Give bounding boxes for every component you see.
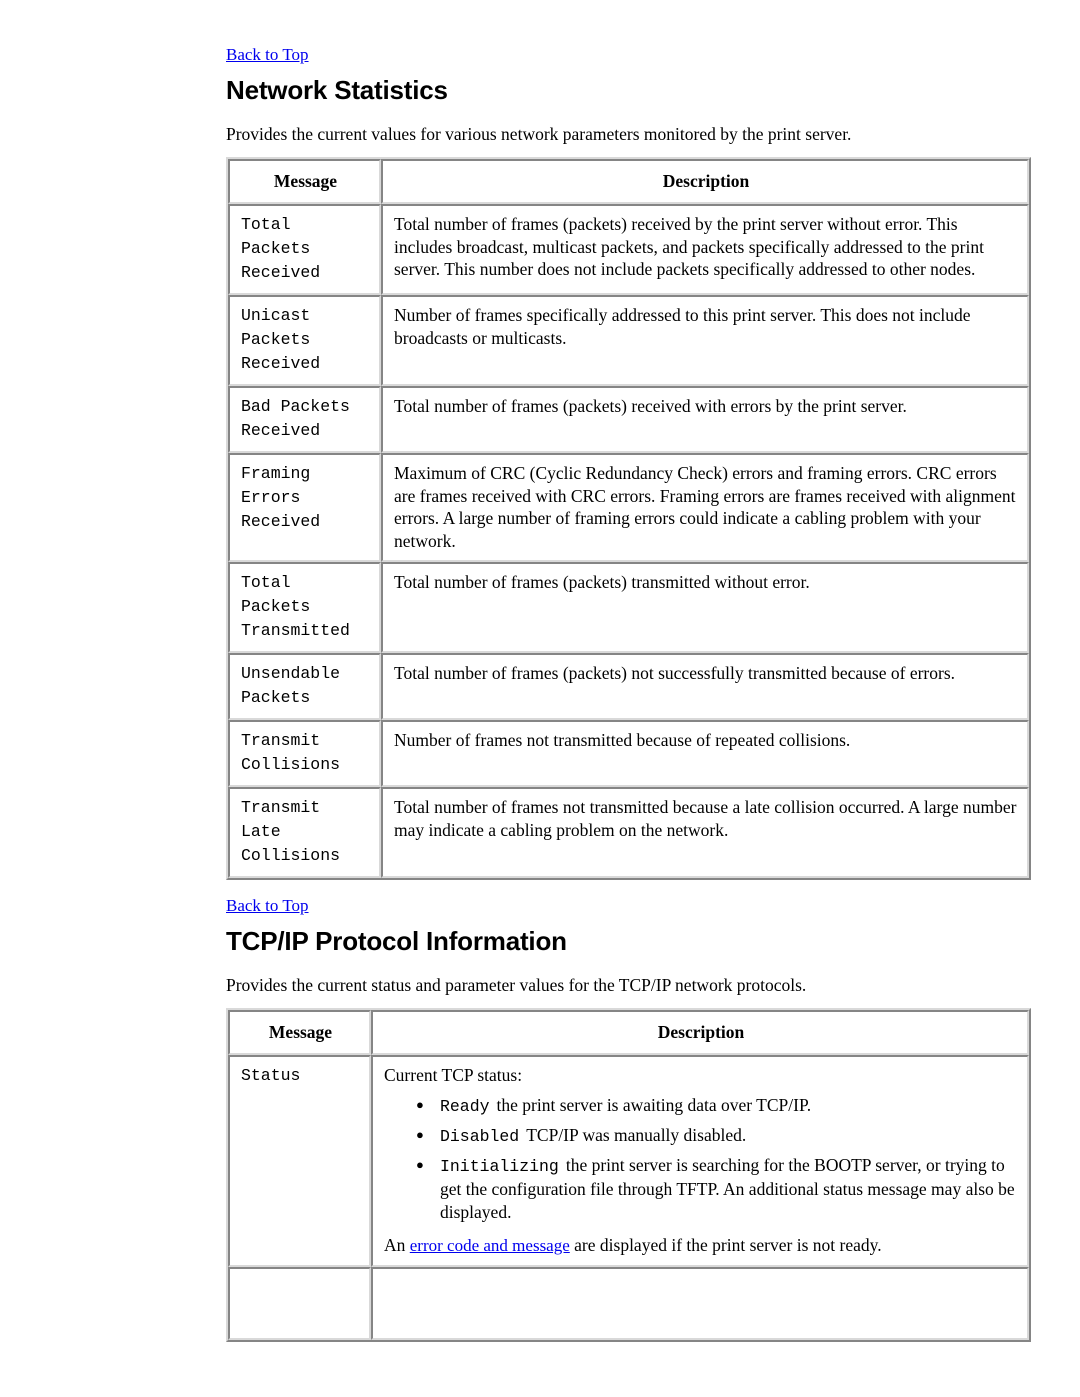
table-row: Transmit Late Collisions Total number of… xyxy=(228,787,1029,878)
table-row: Transmit Collisions Number of frames not… xyxy=(228,720,1029,787)
status-keyword: Initializing xyxy=(440,1157,559,1176)
table-row: Unicast Packets Received Number of frame… xyxy=(228,295,1029,386)
table-row-clipped xyxy=(228,1267,1029,1340)
back-to-top-link[interactable]: Back to Top xyxy=(226,896,309,915)
list-item: Ready the print server is awaiting data o… xyxy=(416,1093,1018,1118)
description-cell: Current TCP status: Ready the print serve… xyxy=(371,1055,1029,1267)
network-statistics-table: Message Description Total Packets Receiv… xyxy=(226,157,1031,880)
description-cell: Total number of frames (packets) transmi… xyxy=(381,562,1029,653)
description-cell: Maximum of CRC (Cyclic Redundancy Check)… xyxy=(381,453,1029,562)
description-cell: Total number of frames (packets) receive… xyxy=(381,204,1029,295)
table-row: Framing Errors Received Maximum of CRC (… xyxy=(228,453,1029,562)
status-footer-text: An error code and message are displayed … xyxy=(384,1234,1018,1257)
status-description: TCP/IP was manually disabled. xyxy=(526,1125,747,1145)
message-cell: Status xyxy=(228,1055,371,1267)
column-header-description: Description xyxy=(381,159,1029,204)
message-cell: Total Packets Received xyxy=(228,204,381,295)
description-cell: Total number of frames (packets) receive… xyxy=(381,386,1029,453)
column-header-description: Description xyxy=(371,1010,1029,1055)
description-cell: Number of frames not transmitted because… xyxy=(381,720,1029,787)
description-cell: Number of frames specifically addressed … xyxy=(381,295,1029,386)
description-cell: Total number of frames not transmitted b… xyxy=(381,787,1029,878)
status-keyword: Disabled xyxy=(440,1127,520,1146)
status-lead-text: Current TCP status: xyxy=(384,1065,523,1085)
message-cell: Unsendable Packets xyxy=(228,653,381,720)
description-cell: Total number of frames (packets) not suc… xyxy=(381,653,1029,720)
table-row: Total Packets Transmitted Total number o… xyxy=(228,562,1029,653)
message-cell: Framing Errors Received xyxy=(228,453,381,562)
back-to-top-link-bottom: Back to Top xyxy=(226,896,1028,917)
section-intro-network-statistics: Provides the current values for various … xyxy=(226,124,852,144)
column-header-message: Message xyxy=(228,159,381,204)
table-header-row: Message Description xyxy=(228,1010,1029,1055)
section-heading-network-statistics: Network Statistics xyxy=(226,75,448,105)
table-row: Unsendable Packets Total number of frame… xyxy=(228,653,1029,720)
status-footer-suffix: are displayed if the print server is not… xyxy=(569,1235,882,1255)
error-code-and-message-link[interactable]: error code and message xyxy=(410,1236,570,1255)
message-cell xyxy=(228,1267,371,1340)
list-item: Initializingthe print server is searchin… xyxy=(416,1153,1018,1224)
column-header-message: Message xyxy=(228,1010,371,1055)
document-page: Back to Top Network Statistics Provides … xyxy=(0,0,1080,1397)
message-cell: Bad Packets Received xyxy=(228,386,381,453)
table-row: Bad Packets Received Total number of fra… xyxy=(228,386,1029,453)
description-cell xyxy=(371,1267,1029,1340)
section-heading-tcpip-protocol-information: TCP/IP Protocol Information xyxy=(226,926,567,956)
list-item: Disabled TCP/IP was manually disabled. xyxy=(416,1123,1018,1148)
table-row: Total Packets Received Total number of f… xyxy=(228,204,1029,295)
tcpip-protocol-table: Message Description Status Current TCP s… xyxy=(226,1008,1031,1342)
message-cell: Total Packets Transmitted xyxy=(228,562,381,653)
section-intro-tcpip-protocol-information: Provides the current status and paramete… xyxy=(226,975,807,995)
status-description: the print server is awaiting data over T… xyxy=(496,1095,812,1115)
message-cell: Unicast Packets Received xyxy=(228,295,381,386)
status-keyword: Ready xyxy=(440,1097,490,1116)
status-footer-prefix: An xyxy=(384,1235,410,1255)
message-cell: Transmit Late Collisions xyxy=(228,787,381,878)
status-bullet-list: Ready the print server is awaiting data o… xyxy=(384,1093,1018,1224)
back-to-top-link[interactable]: Back to Top xyxy=(226,45,309,64)
table-header-row: Message Description xyxy=(228,159,1029,204)
table-row-status: Status Current TCP status: Ready the prin… xyxy=(228,1055,1029,1267)
message-cell: Transmit Collisions xyxy=(228,720,381,787)
back-to-top-link-top: Back to Top xyxy=(226,45,1028,66)
